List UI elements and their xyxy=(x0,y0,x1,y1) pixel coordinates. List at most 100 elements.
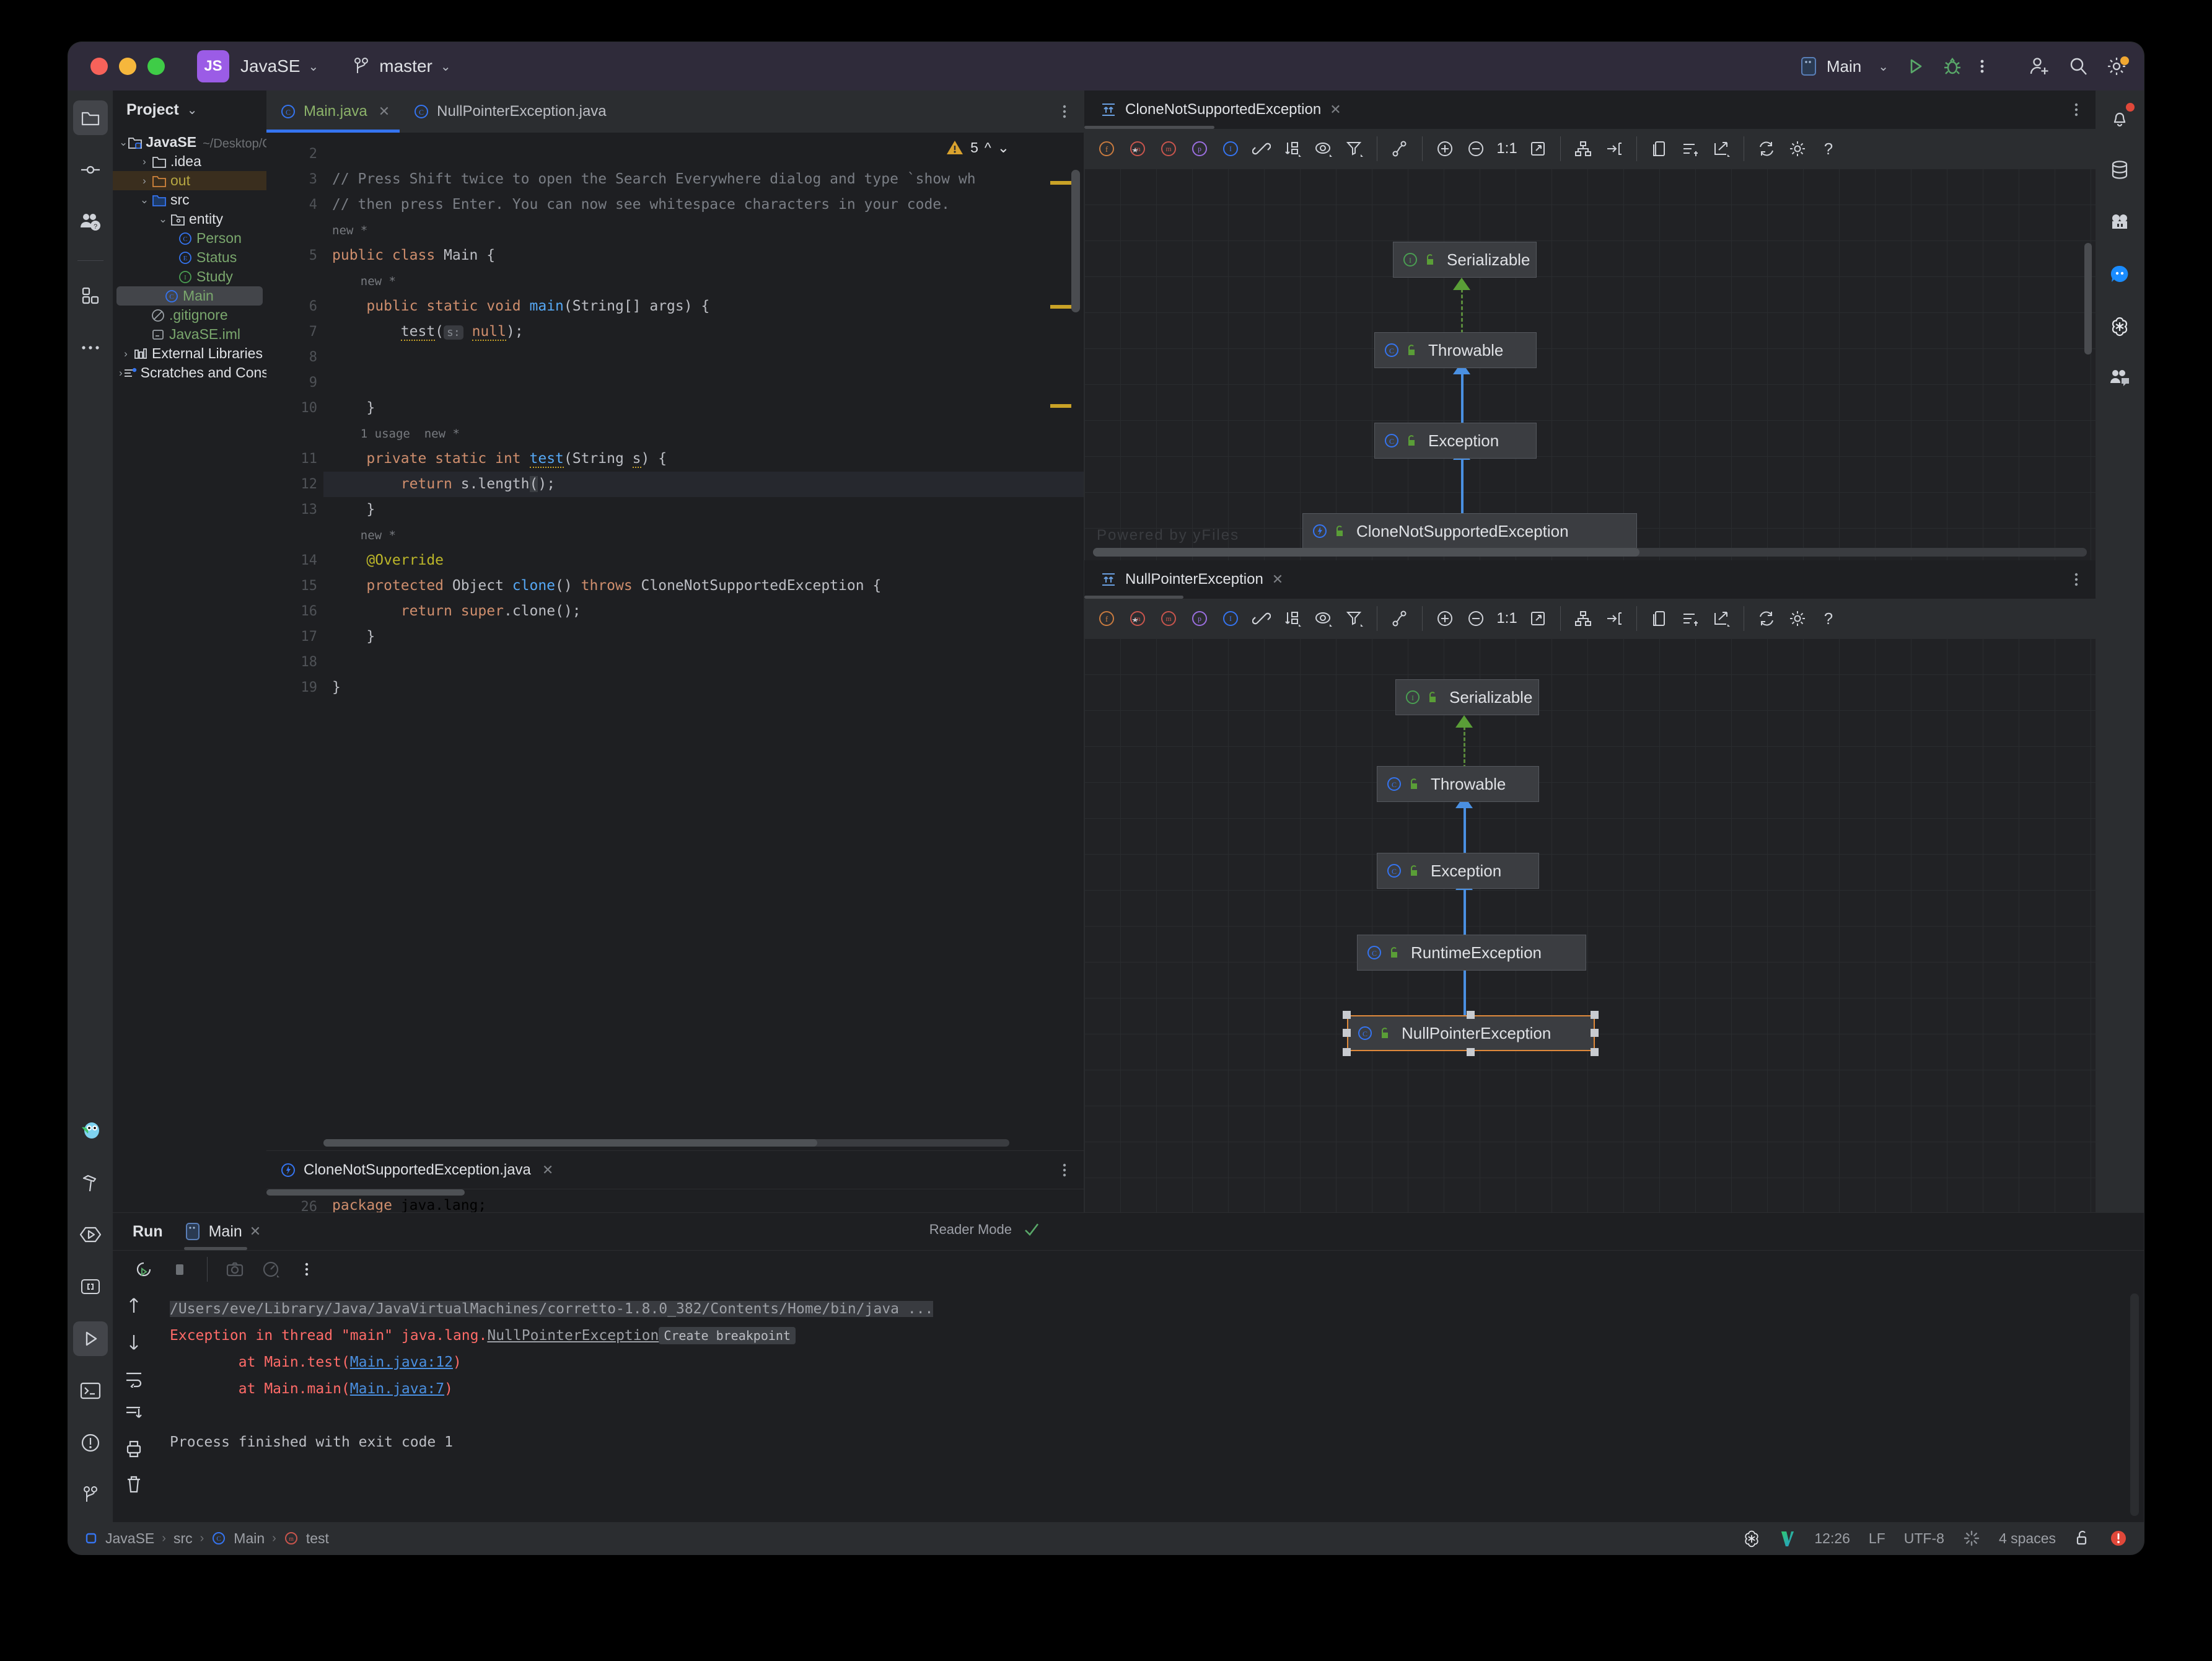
tab-nullpointerexception-java[interactable]: C NullPointerException.java xyxy=(400,90,616,133)
selection-handle[interactable] xyxy=(1343,1048,1351,1056)
inspection-widget[interactable]: 5 ^ ⌄ xyxy=(946,139,1009,156)
filter-icon[interactable] xyxy=(1340,134,1369,164)
copy-icon[interactable] xyxy=(1644,604,1674,633)
diagram-node-clonenotsupportedexception[interactable]: CloneNotSupportedException xyxy=(1302,513,1637,549)
branch-selector[interactable]: master ⌄ xyxy=(353,56,450,76)
tree-item-external-libraries[interactable]: › External Libraries xyxy=(113,344,266,363)
show-methods-icon[interactable]: m xyxy=(1154,134,1183,164)
selection-handle[interactable] xyxy=(1343,1029,1351,1037)
refresh-icon[interactable] xyxy=(1752,134,1781,164)
diagram-toolbar[interactable]: f m m p I 1:1 xyxy=(1084,599,2096,638)
visibility-icon[interactable] xyxy=(1309,134,1338,164)
fit-content-icon[interactable] xyxy=(1523,134,1553,164)
rerun-icon[interactable] xyxy=(129,1254,159,1284)
tree-item-src[interactable]: ⌄ src xyxy=(113,190,266,209)
sidebar-item-pull-requests[interactable]: ? xyxy=(73,205,108,239)
status-time[interactable]: 12:26 xyxy=(1814,1530,1850,1547)
next-problem-icon[interactable]: ⌄ xyxy=(998,139,1009,156)
sidebar-item-run-anything[interactable] xyxy=(73,1217,108,1252)
diagram-node-exception[interactable]: C Exception xyxy=(1374,423,1537,459)
chevron-down-icon[interactable]: ⌄ xyxy=(441,59,451,74)
minimize-window-button[interactable] xyxy=(119,58,136,75)
sidebar-item-run[interactable] xyxy=(73,1321,108,1356)
layout-icon[interactable] xyxy=(1568,604,1598,633)
run-console[interactable]: /Users/eve/Library/Java/JavaVirtualMachi… xyxy=(113,1287,2144,1522)
chevron-down-icon[interactable]: ⌄ xyxy=(187,102,198,118)
sort-icon[interactable] xyxy=(1278,604,1307,633)
close-icon[interactable]: ✕ xyxy=(1272,571,1283,588)
breadcrumb-item-src[interactable]: src xyxy=(173,1530,193,1547)
show-structure-icon[interactable] xyxy=(1675,134,1705,164)
help-icon[interactable]: ? xyxy=(1814,134,1843,164)
diagram-node-throwable[interactable]: C Throwable xyxy=(1377,766,1539,802)
window-controls[interactable] xyxy=(90,58,165,75)
export-icon[interactable] xyxy=(1706,604,1736,633)
zoom-in-icon[interactable] xyxy=(1430,604,1460,633)
sidebar-item-ai-assistant[interactable] xyxy=(2102,205,2137,239)
more-icon[interactable] xyxy=(292,1254,322,1284)
show-dependencies-icon[interactable] xyxy=(1247,134,1276,164)
expand-node-icon[interactable] xyxy=(1599,604,1629,633)
scroll-down-icon[interactable] xyxy=(125,1332,143,1353)
copy-icon[interactable] xyxy=(1644,134,1674,164)
layout-icon[interactable] xyxy=(1568,134,1598,164)
sidebar-item-go-plugin[interactable] xyxy=(73,1113,108,1148)
diagram-options-icon[interactable] xyxy=(2073,560,2079,599)
sidebar-item-project[interactable] xyxy=(73,100,108,135)
screenshot-icon[interactable] xyxy=(220,1254,250,1284)
expand-arrow-icon[interactable]: ⌄ xyxy=(119,136,128,149)
code-surface[interactable]: 2 3 4 5 6 7 8 9 10 11 xyxy=(266,133,1084,1150)
tree-item-javase[interactable]: ⌄ JavaSE ~/Desktop/CS/JavaSE基础/1 xyxy=(113,133,266,152)
tree-item-main[interactable]: C Main xyxy=(116,286,263,306)
help-icon[interactable]: ? xyxy=(1814,604,1843,633)
editor-horizontal-scrollbar[interactable] xyxy=(323,1139,1009,1147)
selection-handle[interactable] xyxy=(1467,1048,1475,1056)
close-icon[interactable]: ✕ xyxy=(250,1223,261,1240)
reader-mode-indicator[interactable]: Reader Mode xyxy=(929,1222,1040,1238)
diagram-node-serializable[interactable]: I Serializable xyxy=(1395,679,1539,715)
show-constructors-icon[interactable]: m xyxy=(1123,604,1152,633)
diagram-options-icon[interactable] xyxy=(2073,90,2079,129)
export-icon[interactable] xyxy=(1706,134,1736,164)
filter-icon[interactable] xyxy=(1340,604,1369,633)
check-icon[interactable] xyxy=(1023,1222,1040,1238)
close-icon[interactable]: ✕ xyxy=(379,104,390,120)
status-line-separator[interactable]: LF xyxy=(1869,1530,1885,1547)
sidebar-item-version-control[interactable] xyxy=(73,1478,108,1512)
selection-handle[interactable] xyxy=(1467,1011,1475,1019)
sidebar-item-commit[interactable] xyxy=(73,152,108,187)
chevron-down-icon[interactable]: ⌄ xyxy=(1878,59,1889,74)
debug-icon[interactable] xyxy=(1942,56,1963,77)
edges-icon[interactable] xyxy=(1385,604,1415,633)
close-icon[interactable]: ✕ xyxy=(542,1162,553,1178)
error-circle-icon[interactable] xyxy=(2109,1529,2128,1548)
show-inner-classes-icon[interactable]: I xyxy=(1216,604,1245,633)
run-configuration-selector[interactable]: Main ⌄ xyxy=(1799,56,1889,77)
sidebar-item-brackets[interactable] xyxy=(73,1269,108,1304)
sidebar-item-problems[interactable] xyxy=(73,1425,108,1460)
tree-item-out[interactable]: › out xyxy=(113,171,266,190)
search-icon[interactable] xyxy=(2067,55,2089,77)
sidebar-item-notifications[interactable] xyxy=(2102,100,2137,135)
expand-arrow-icon[interactable]: ⌄ xyxy=(156,213,170,226)
breadcrumb-item-javase[interactable]: JavaSE xyxy=(105,1530,154,1547)
soft-wrap-icon[interactable] xyxy=(124,1369,144,1388)
breadcrumb-item-test[interactable]: test xyxy=(306,1530,329,1547)
more-actions-icon[interactable] xyxy=(1979,56,1985,77)
selection-handle[interactable] xyxy=(1591,1048,1599,1056)
stack-frame-link[interactable]: Main.java:7 xyxy=(350,1381,444,1397)
expand-arrow-icon[interactable]: › xyxy=(138,175,151,187)
sidebar-item-code-with-me[interactable] xyxy=(2102,361,2137,395)
scroll-to-end-icon[interactable] xyxy=(124,1404,144,1422)
visibility-icon[interactable] xyxy=(1309,604,1338,633)
show-inner-classes-icon[interactable]: I xyxy=(1216,134,1245,164)
sidebar-item-more[interactable] xyxy=(73,330,108,365)
tree-item-gitignore[interactable]: .gitignore xyxy=(113,306,266,325)
breadcrumb[interactable]: JavaSE › src › C Main › m test xyxy=(68,1530,329,1547)
zoom-out-icon[interactable] xyxy=(1461,604,1491,633)
actual-size-label[interactable]: 1:1 xyxy=(1492,134,1522,164)
tree-item-idea[interactable]: › .idea xyxy=(113,152,266,171)
tree-item-status[interactable]: E Status xyxy=(113,248,266,267)
tree-item-entity[interactable]: ⌄ entity xyxy=(113,209,266,229)
console-vertical-scrollbar[interactable] xyxy=(2130,1293,2139,1516)
